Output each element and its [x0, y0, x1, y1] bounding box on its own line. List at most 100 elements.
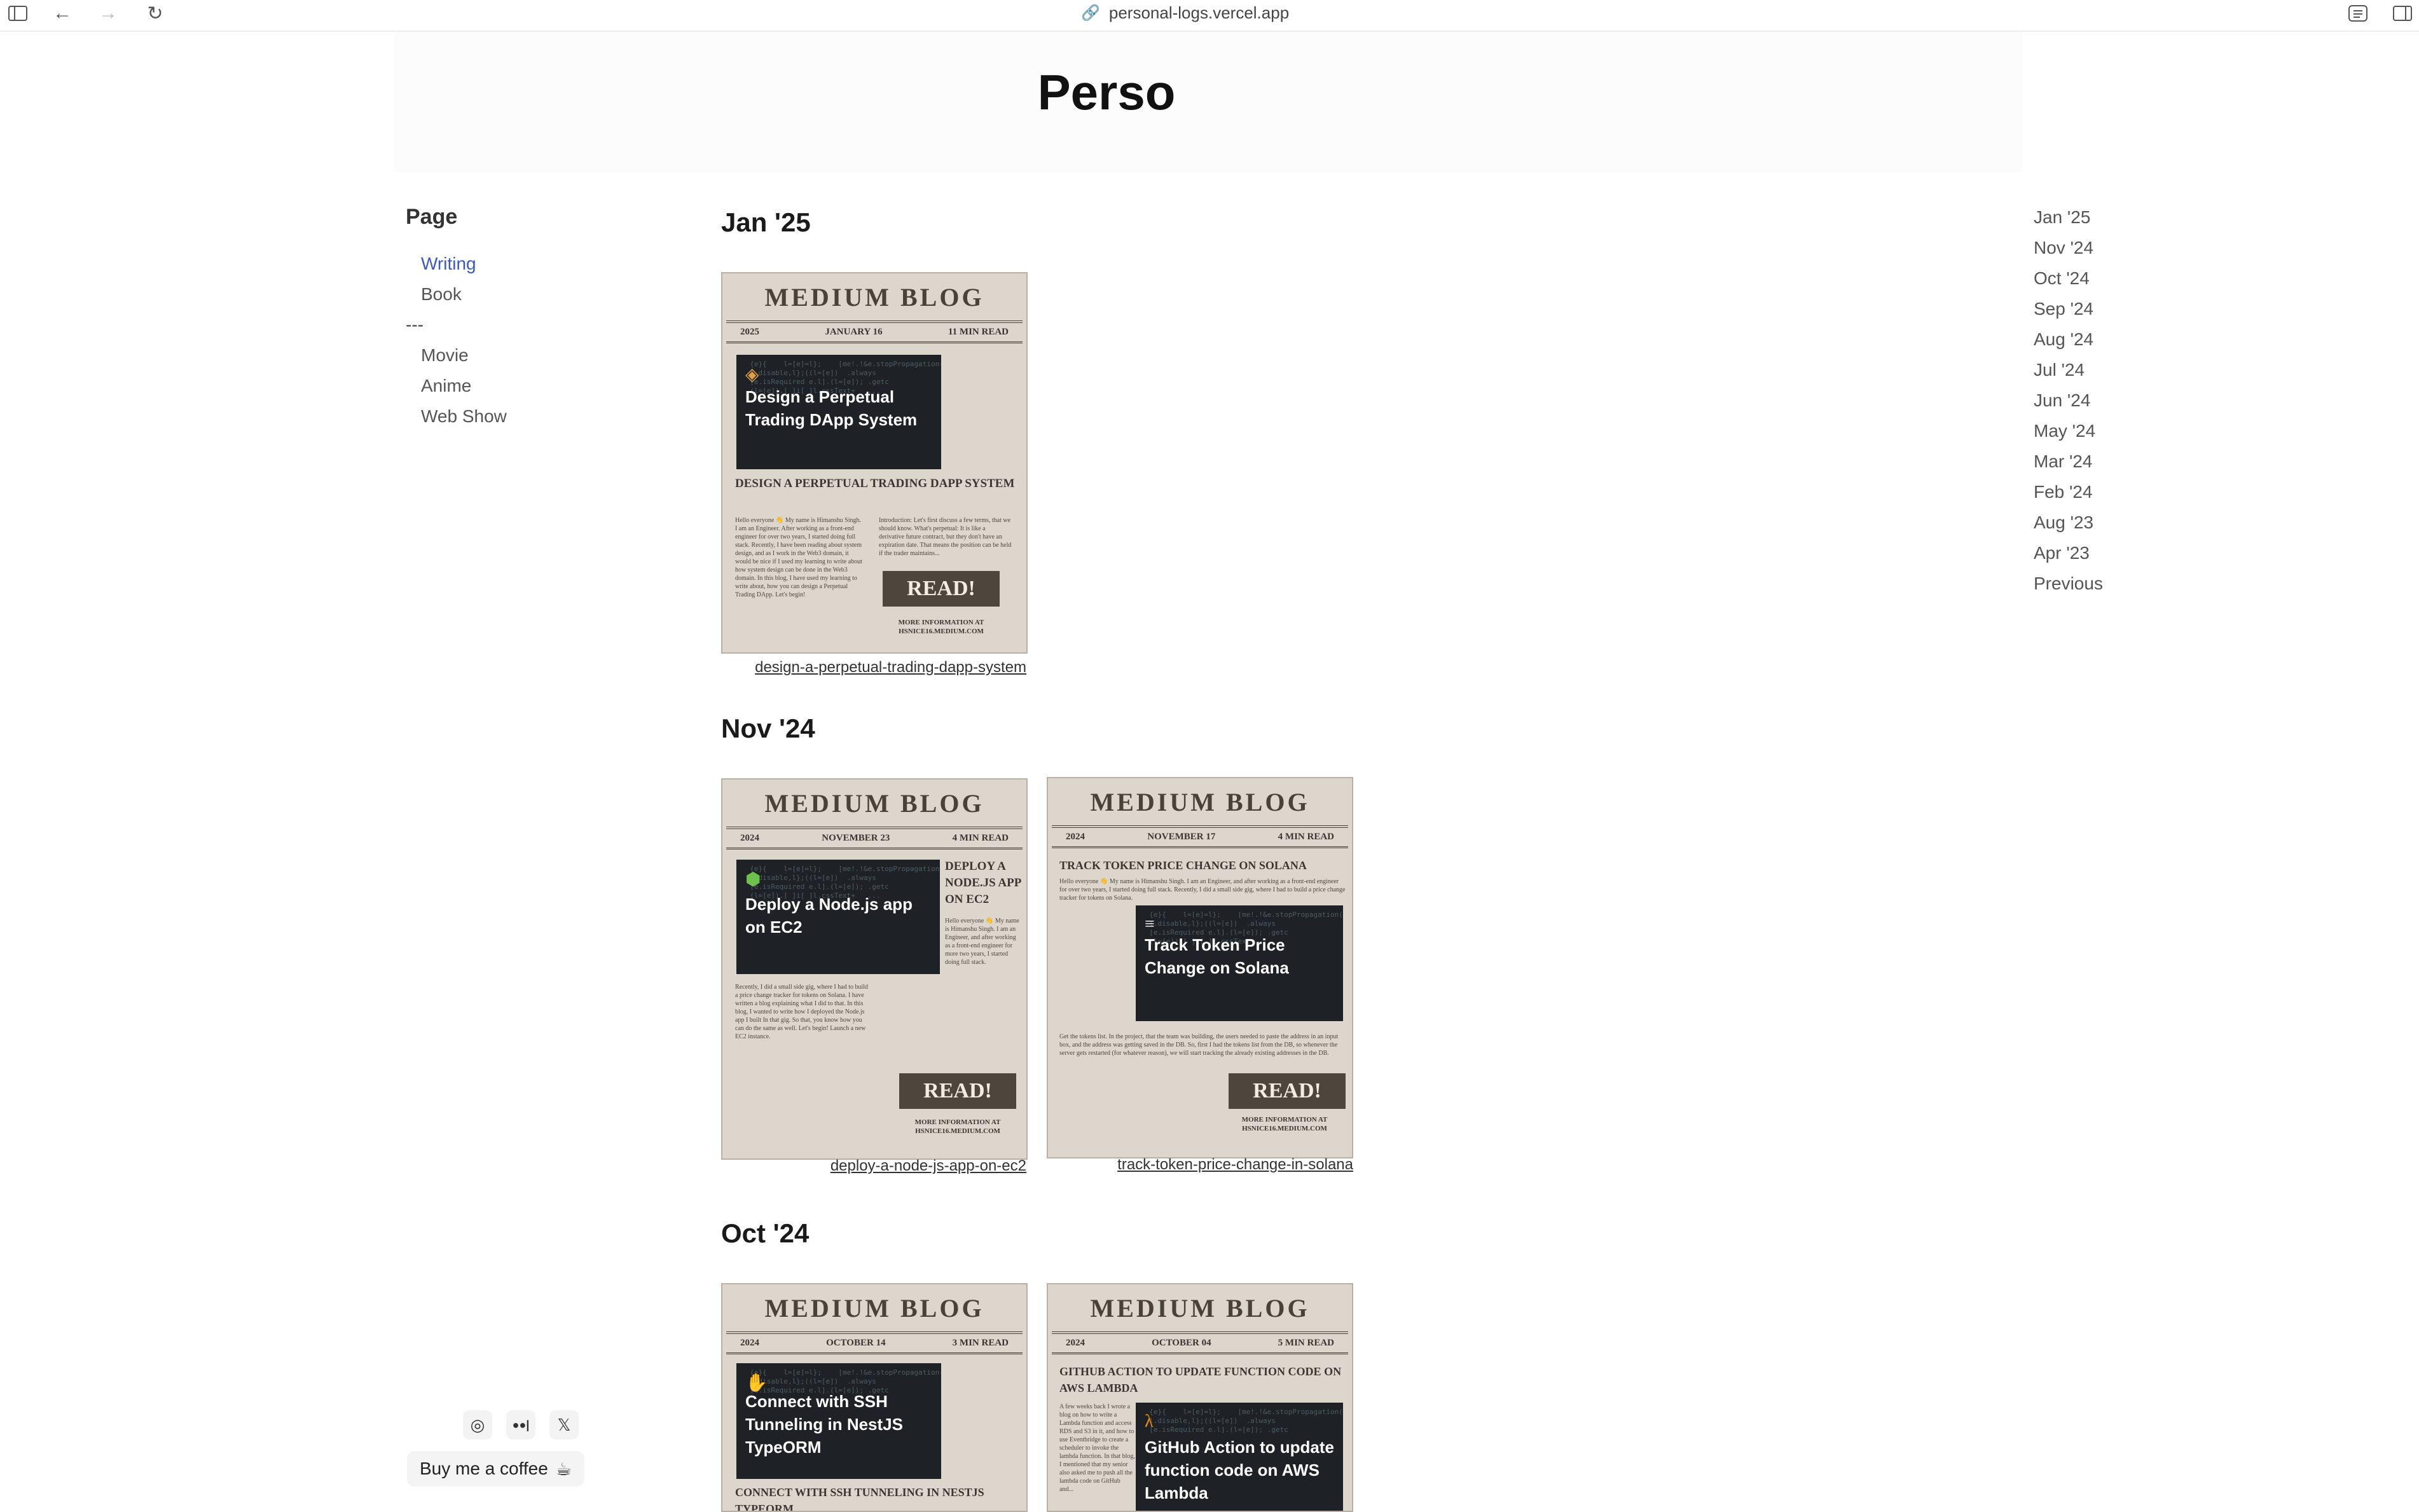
post-link-solana-token[interactable]: track-token-price-change-in-solana	[1047, 1156, 1353, 1174]
timeline-item[interactable]: May '24	[2034, 416, 2103, 446]
reload-icon[interactable]: ↻	[141, 1, 169, 25]
card-body-2: Recently, I did a small side gig, where …	[735, 984, 869, 1040]
read-button[interactable]: READ!	[899, 1073, 1016, 1109]
card-thumb-title: Connect with SSH Tunneling in NestJS Typ…	[745, 1392, 903, 1457]
card-year: 2025	[740, 327, 759, 337]
card-thumb-title: GitHub Action to update function code on…	[1145, 1438, 1334, 1502]
card-meta: 2024 OCTOBER 14 3 MIN READ	[726, 1334, 1023, 1354]
card-year: 2024	[1066, 1338, 1085, 1348]
card-date: NOVEMBER 23	[822, 833, 890, 843]
timeline-item[interactable]: Jul '24	[2034, 355, 2103, 385]
reader-icon[interactable]	[2344, 1, 2372, 25]
blog-card-ssh-tunneling[interactable]: MEDIUM BLOG 2024 OCTOBER 14 3 MIN READ {…	[721, 1283, 1028, 1512]
card-year: 2024	[1066, 832, 1085, 842]
coffee-label: Buy me a coffee	[420, 1459, 548, 1478]
ethereum-icon: ◈	[745, 365, 759, 385]
timeline-item[interactable]: Aug '24	[2034, 324, 2103, 355]
social-links: ◎ ●●| 𝕏	[463, 1410, 579, 1440]
card-thumbnail: {e}{ l=[e]=l}; [me!.!&e.stopPropagation(…	[736, 860, 940, 974]
card-thumbnail: {e}{ l=[e]=l}; [me!.!&e.stopPropagation(…	[736, 1363, 941, 1479]
timeline-item[interactable]: Aug '23	[2034, 507, 2103, 538]
card-more-info: MORE INFORMATION AT HSNICE16.MEDIUM.COM	[898, 619, 984, 635]
card-meta: 2024 NOVEMBER 17 4 MIN READ	[1052, 828, 1348, 848]
card-year: 2024	[740, 1338, 759, 1348]
card-headline: DESIGN A PERPETUAL TRADING DAPP SYSTEM	[735, 477, 1015, 490]
card-masthead: MEDIUM BLOG	[726, 1284, 1023, 1334]
medium-icon[interactable]: ●●|	[506, 1410, 535, 1440]
card-masthead: MEDIUM BLOG	[1052, 778, 1348, 828]
card-date: OCTOBER 14	[826, 1338, 886, 1348]
card-thumbnail: {e}{ l=[e]=l}; [me!.!&e.stopPropagation(…	[736, 355, 941, 469]
buy-me-a-coffee-button[interactable]: Buy me a coffee ☕	[407, 1451, 584, 1487]
site-title: Perso	[1037, 64, 1176, 120]
split-view-icon[interactable]	[2388, 1, 2416, 25]
sidebar-item-anime[interactable]: Anime	[406, 371, 660, 401]
card-thumb-title: Track Token Price Change on Solana	[1145, 935, 1289, 977]
back-arrow-icon[interactable]: ←	[48, 1, 76, 25]
sidebar-item-movie[interactable]: Movie	[406, 340, 660, 371]
link-icon: 🔗	[1081, 4, 1100, 22]
url-text: personal-logs.vercel.app	[1108, 3, 1290, 22]
address-bar[interactable]: 🔗 personal-logs.vercel.app	[1081, 1, 1289, 24]
timeline-item[interactable]: Jan '25	[2034, 202, 2103, 233]
x-icon[interactable]: 𝕏	[549, 1410, 579, 1440]
timeline-item[interactable]: Apr '23	[2034, 538, 2103, 568]
section-title-nov-24: Nov '24	[721, 713, 815, 743]
page-sidebar: Page Writing Book --- Movie Anime Web Sh…	[406, 205, 660, 432]
read-button[interactable]: READ!	[1229, 1073, 1346, 1109]
sidebar-toggle-icon[interactable]	[4, 1, 32, 25]
card-meta: 2025 JANUARY 16 11 MIN READ	[726, 323, 1023, 343]
read-button[interactable]: READ!	[883, 571, 1000, 607]
card-body: Hello everyone 👋 My name is Himanshu Sin…	[945, 918, 1019, 966]
card-body: A few weeks back I wrote a blog on how t…	[1059, 1403, 1135, 1493]
card-thumbnail: {e}{ l=[e]=l}; [me!.!&e.stopPropagation(…	[1136, 905, 1343, 1021]
card-read-time: 4 MIN READ	[1278, 832, 1334, 842]
solana-icon: ≡	[1145, 914, 1155, 934]
timeline-item[interactable]: Nov '24	[2034, 233, 2103, 263]
card-more-info: MORE INFORMATION AT HSNICE16.MEDIUM.COM	[1241, 1116, 1328, 1132]
card-read-time: 11 MIN READ	[948, 327, 1009, 337]
section-title-jan-25: Jan '25	[721, 207, 811, 237]
blog-card-github-lambda[interactable]: MEDIUM BLOG 2024 OCTOBER 04 5 MIN READ G…	[1047, 1283, 1353, 1512]
coffee-cup-icon: ☕	[555, 1459, 572, 1479]
card-body-2: Get the tokens list. In the project, tha…	[1059, 1033, 1339, 1057]
card-read-time: 5 MIN READ	[1278, 1338, 1334, 1348]
timeline-item[interactable]: Mar '24	[2034, 446, 2103, 477]
card-body: Hello everyone 👋 My name is Himanshu Sin…	[735, 517, 862, 598]
card-read-time: 3 MIN READ	[952, 1338, 1009, 1348]
card-headline: DEPLOY A NODE.JS APP ON EC2	[945, 860, 1021, 906]
card-thumbnail: {e}{ l=[e]=l}; [me!.!&e.stopPropagation(…	[1136, 1403, 1343, 1511]
blog-card-solana-token[interactable]: MEDIUM BLOG 2024 NOVEMBER 17 4 MIN READ …	[1047, 777, 1353, 1158]
card-date: JANUARY 16	[825, 327, 883, 337]
nodejs-icon: ⬢	[745, 870, 761, 890]
timeline-item[interactable]: Sep '24	[2034, 294, 2103, 324]
instagram-icon[interactable]: ◎	[463, 1410, 492, 1440]
timeline-item[interactable]: Jun '24	[2034, 385, 2103, 416]
card-year: 2024	[740, 833, 759, 843]
timeline-item[interactable]: Feb '24	[2034, 477, 2103, 507]
forward-arrow-icon[interactable]: →	[94, 1, 122, 25]
blog-card-node-ec2[interactable]: MEDIUM BLOG 2024 NOVEMBER 23 4 MIN READ …	[721, 778, 1028, 1160]
card-body: Hello everyone 👋 My name is Himanshu Sin…	[1059, 878, 1346, 902]
card-headline: CONNECT WITH SSH TUNNELING IN NESTJS TYP…	[735, 1486, 984, 1512]
card-masthead: MEDIUM BLOG	[1052, 1284, 1348, 1334]
sidebar-item-web-show[interactable]: Web Show	[406, 401, 660, 432]
card-meta: 2024 NOVEMBER 23 4 MIN READ	[726, 829, 1023, 849]
card-headline: TRACK TOKEN PRICE CHANGE ON SOLANA	[1059, 859, 1307, 872]
post-link-node-ec2[interactable]: deploy-a-node-js-app-on-ec2	[721, 1157, 1026, 1175]
sidebar-item-book[interactable]: Book	[406, 279, 660, 310]
date-timeline: Jan '25 Nov '24 Oct '24 Sep '24 Aug '24 …	[2034, 202, 2103, 599]
blog-card-perpetual-dapp[interactable]: MEDIUM BLOG 2025 JANUARY 16 11 MIN READ …	[721, 272, 1028, 654]
aws-lambda-icon: λ	[1145, 1412, 1154, 1431]
card-thumb-title: Deploy a Node.js app on EC2	[745, 895, 913, 937]
timeline-item[interactable]: Oct '24	[2034, 263, 2103, 294]
card-thumb-title: Design a Perpetual Trading DApp System	[745, 387, 918, 429]
post-link-perpetual-dapp[interactable]: design-a-perpetual-trading-dapp-system	[721, 659, 1026, 677]
card-masthead: MEDIUM BLOG	[726, 780, 1023, 829]
sidebar-separator: ---	[406, 315, 424, 334]
timeline-previous[interactable]: Previous	[2034, 568, 2103, 599]
card-masthead: MEDIUM BLOG	[726, 273, 1023, 323]
sidebar-heading: Page	[406, 205, 458, 229]
section-title-oct-24: Oct '24	[721, 1218, 810, 1248]
sidebar-item-writing[interactable]: Writing	[406, 249, 660, 279]
